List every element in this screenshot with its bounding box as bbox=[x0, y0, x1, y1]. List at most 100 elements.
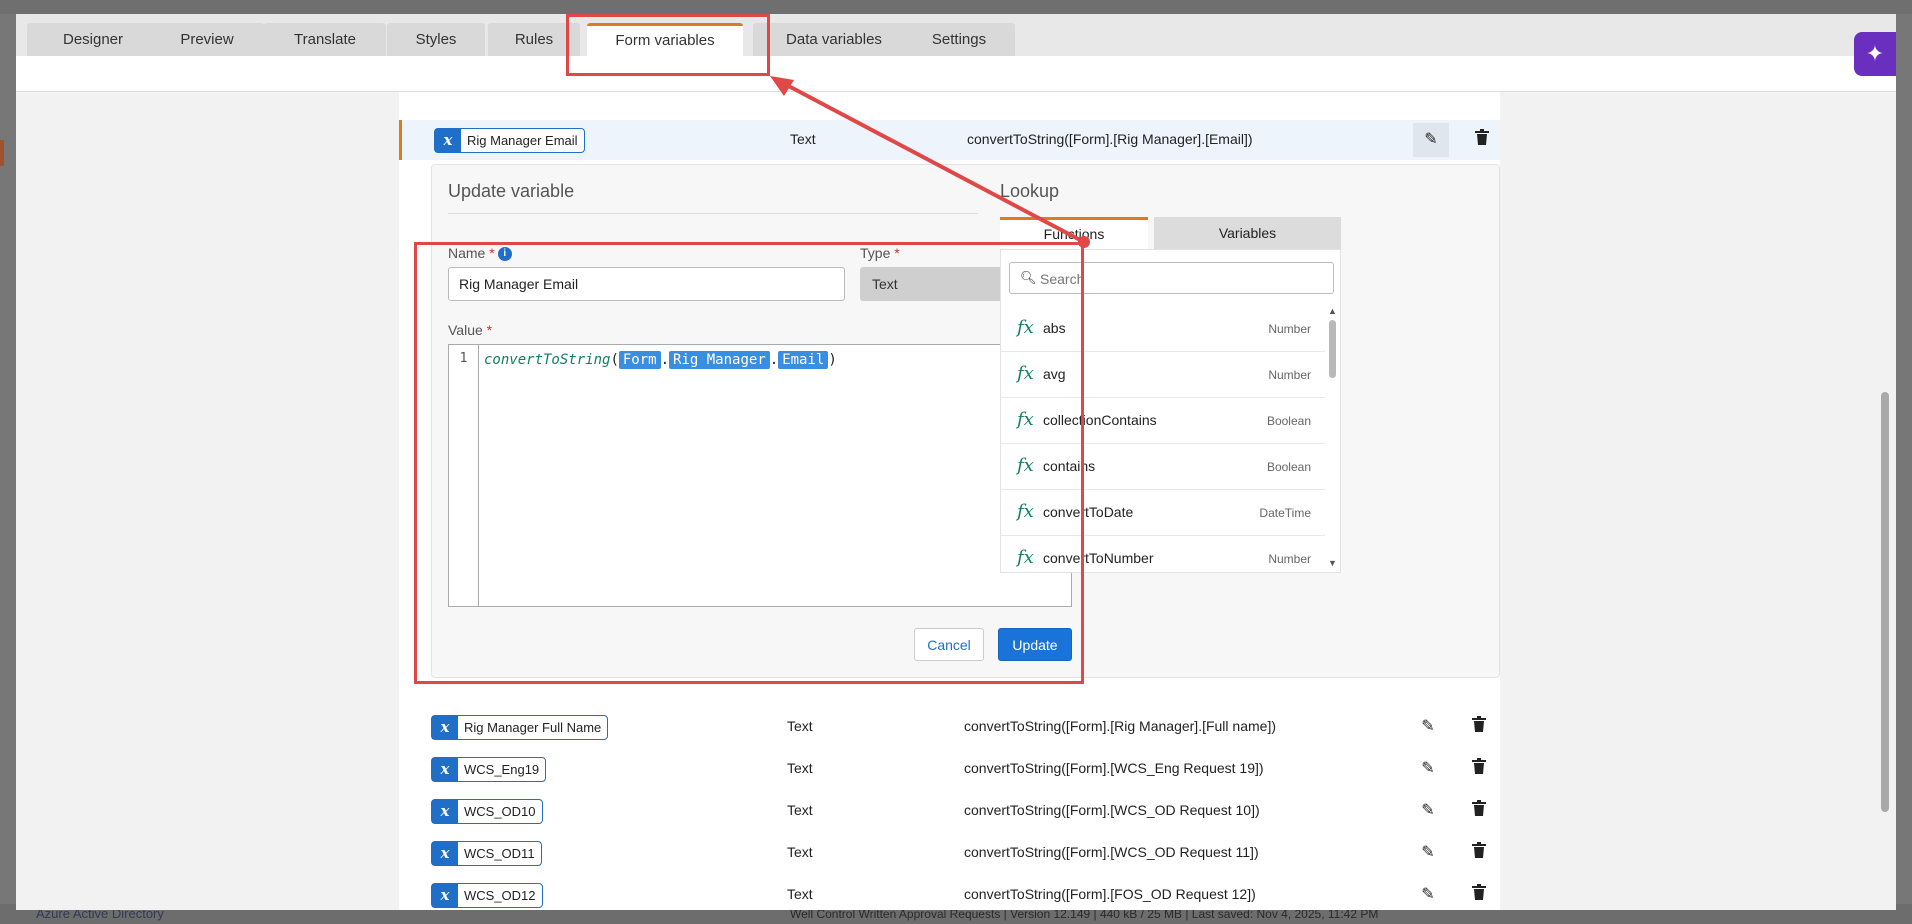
function-item[interactable]: fx abs Number bbox=[1001, 306, 1325, 352]
search-input[interactable] bbox=[1040, 267, 1325, 291]
cancel-button[interactable]: Cancel bbox=[914, 628, 984, 661]
lookup-title: Lookup bbox=[1000, 181, 1060, 201]
variable-row[interactable]: x WCS_OD12 Text convertToString([Form].[FOS… bbox=[399, 875, 1500, 910]
background-sidebar bbox=[0, 80, 16, 900]
tab-bar: Designer Preview Translate Styles Rules … bbox=[16, 14, 1896, 56]
form-editor-modal: Designer Preview Translate Styles Rules … bbox=[16, 14, 1896, 910]
ai-assistant-button[interactable]: ✦ bbox=[1854, 32, 1896, 76]
code-function: convertToString bbox=[484, 352, 611, 368]
tab-styles[interactable]: Styles bbox=[387, 23, 485, 56]
function-type: DateTime bbox=[1259, 506, 1311, 520]
name-label: Name * i bbox=[448, 245, 512, 262]
variable-icon: x bbox=[432, 716, 458, 739]
variable-row[interactable]: x Rig Manager Full Name Text convertToStrin… bbox=[399, 707, 1500, 747]
tab-designer[interactable]: Designer bbox=[27, 23, 159, 56]
function-item[interactable]: fx contains Boolean bbox=[1001, 444, 1325, 490]
update-variable-editor: Update variable Name *i Type * Text Valu… bbox=[431, 164, 1500, 678]
function-name: contains bbox=[1043, 458, 1096, 474]
edit-icon[interactable]: ✎ bbox=[1410, 752, 1446, 786]
code-token-email: Email bbox=[778, 351, 829, 369]
variable-type: Text bbox=[787, 718, 813, 734]
variable-chip: x WCS_Eng19 bbox=[431, 757, 547, 782]
variable-chip: x Rig Manager Full Name bbox=[431, 715, 609, 740]
update-button[interactable]: Update bbox=[998, 628, 1072, 661]
tab-rules[interactable]: Rules bbox=[488, 23, 580, 56]
variable-type: Text bbox=[787, 844, 813, 860]
page-scrollbar-thumb[interactable] bbox=[1881, 392, 1889, 812]
background-topbar bbox=[0, 0, 1912, 14]
variable-row-selected[interactable]: x Rig Manager Email Text convertToString(… bbox=[399, 120, 1500, 160]
variable-chip: x Rig Manager Email bbox=[434, 128, 585, 153]
edit-icon[interactable]: ✎ bbox=[1413, 123, 1449, 157]
variable-value: convertToString([Form].[FOS_OD Request 1… bbox=[964, 886, 1256, 902]
main-content: x Rig Manager Email Text convertToString(… bbox=[16, 92, 1896, 910]
function-name: abs bbox=[1043, 320, 1066, 336]
variable-name: Rig Manager Full Name bbox=[464, 720, 602, 735]
variable-name: Rig Manager Email bbox=[467, 133, 578, 148]
function-item[interactable]: fx collectionContains Boolean bbox=[1001, 398, 1325, 444]
edit-icon[interactable]: ✎ bbox=[1410, 836, 1446, 870]
variable-icon: x bbox=[432, 800, 458, 823]
function-list: fx abs Number fx avg Number fx collectionContai… bbox=[1001, 306, 1325, 572]
delete-icon[interactable] bbox=[1461, 878, 1497, 910]
scrollbar-thumb[interactable] bbox=[1329, 320, 1336, 378]
variable-value: convertToString([Form].[WCS_OD Request 1… bbox=[964, 844, 1259, 860]
delete-icon[interactable] bbox=[1461, 752, 1497, 786]
function-item[interactable]: fx convertToNumber Number bbox=[1001, 536, 1325, 572]
tab-settings[interactable]: Settings bbox=[903, 23, 1015, 56]
function-icon: fx bbox=[1017, 317, 1034, 338]
variable-name: WCS_Eng19 bbox=[464, 762, 540, 777]
background-sidebar-marker bbox=[0, 140, 4, 166]
variable-row[interactable]: x WCS_OD10 Text convertToString([Form].[WCS… bbox=[399, 791, 1500, 831]
delete-icon[interactable] bbox=[1461, 836, 1497, 870]
function-item[interactable]: fx convertToDate DateTime bbox=[1001, 490, 1325, 536]
function-name: convertToDate bbox=[1043, 504, 1134, 520]
variables-panel: x Rig Manager Email Text convertToString(… bbox=[399, 92, 1500, 910]
variable-value: convertToString([Form].[WCS_Eng Request … bbox=[964, 760, 1264, 776]
delete-icon[interactable] bbox=[1461, 794, 1497, 828]
lookup-search: 🔍︎ bbox=[1009, 262, 1334, 294]
value-label: Value * bbox=[448, 322, 493, 338]
function-type: Number bbox=[1268, 322, 1311, 336]
function-name: avg bbox=[1043, 366, 1066, 382]
variable-row[interactable]: x WCS_Eng19 Text convertToString([Form].[WC… bbox=[399, 749, 1500, 789]
info-icon[interactable]: i bbox=[497, 247, 512, 262]
search-icon: 🔍︎ bbox=[1020, 270, 1037, 285]
tab-data-variables[interactable]: Data variables bbox=[753, 23, 915, 56]
function-icon: fx bbox=[1017, 501, 1034, 522]
edit-icon[interactable]: ✎ bbox=[1410, 794, 1446, 828]
edit-icon[interactable]: ✎ bbox=[1410, 710, 1446, 744]
variable-value: convertToString([Form].[WCS_OD Request 1… bbox=[964, 802, 1260, 818]
function-name: collectionContains bbox=[1043, 412, 1157, 428]
variable-value: convertToString([Form].[Rig Manager].[Fu… bbox=[964, 718, 1276, 734]
function-type: Number bbox=[1268, 552, 1311, 566]
divider bbox=[448, 213, 978, 214]
variable-type: Text bbox=[787, 802, 813, 818]
scroll-up-icon[interactable]: ▲ bbox=[1328, 306, 1337, 316]
variable-row[interactable]: x WCS_OD11 Text convertToString([Form].[WCS… bbox=[399, 833, 1500, 873]
variable-type: Text bbox=[790, 131, 816, 147]
tab-translate[interactable]: Translate bbox=[264, 23, 386, 56]
tab-functions[interactable]: Functions bbox=[1000, 217, 1148, 249]
variable-value: convertToString([Form].[Rig Manager].[Em… bbox=[967, 131, 1253, 147]
variable-chip: x WCS_OD12 bbox=[431, 883, 543, 908]
function-item[interactable]: fx avg Number bbox=[1001, 352, 1325, 398]
tab-variables[interactable]: Variables bbox=[1154, 217, 1341, 249]
page-scrollbar[interactable] bbox=[1879, 92, 1891, 910]
lookup-panel: 🔍︎ fxabsNumberfxavgNumberfxcollectionCon… bbox=[1000, 249, 1341, 573]
delete-icon[interactable] bbox=[1464, 123, 1500, 157]
delete-icon[interactable] bbox=[1461, 710, 1497, 744]
function-icon: fx bbox=[1017, 455, 1034, 476]
value-code-editor[interactable]: 1 convertToString(Form. Rig Manager. Email… bbox=[448, 344, 1072, 607]
sparkle-icon: ✦ bbox=[1865, 41, 1885, 66]
edit-icon[interactable]: ✎ bbox=[1410, 878, 1446, 910]
tab-form-variables[interactable]: Form variables bbox=[587, 23, 743, 56]
variable-chip: x WCS_OD10 bbox=[431, 799, 543, 824]
code-line: convertToString(Form. Rig Manager. Email) bbox=[484, 351, 837, 369]
tab-preview[interactable]: Preview bbox=[150, 23, 264, 56]
scroll-down-icon[interactable]: ▼ bbox=[1328, 558, 1337, 568]
function-icon: fx bbox=[1017, 409, 1034, 430]
variable-name: WCS_OD10 bbox=[464, 804, 536, 819]
name-field[interactable] bbox=[448, 267, 845, 301]
function-list-scrollbar[interactable]: ▲ ▼ bbox=[1327, 306, 1339, 572]
